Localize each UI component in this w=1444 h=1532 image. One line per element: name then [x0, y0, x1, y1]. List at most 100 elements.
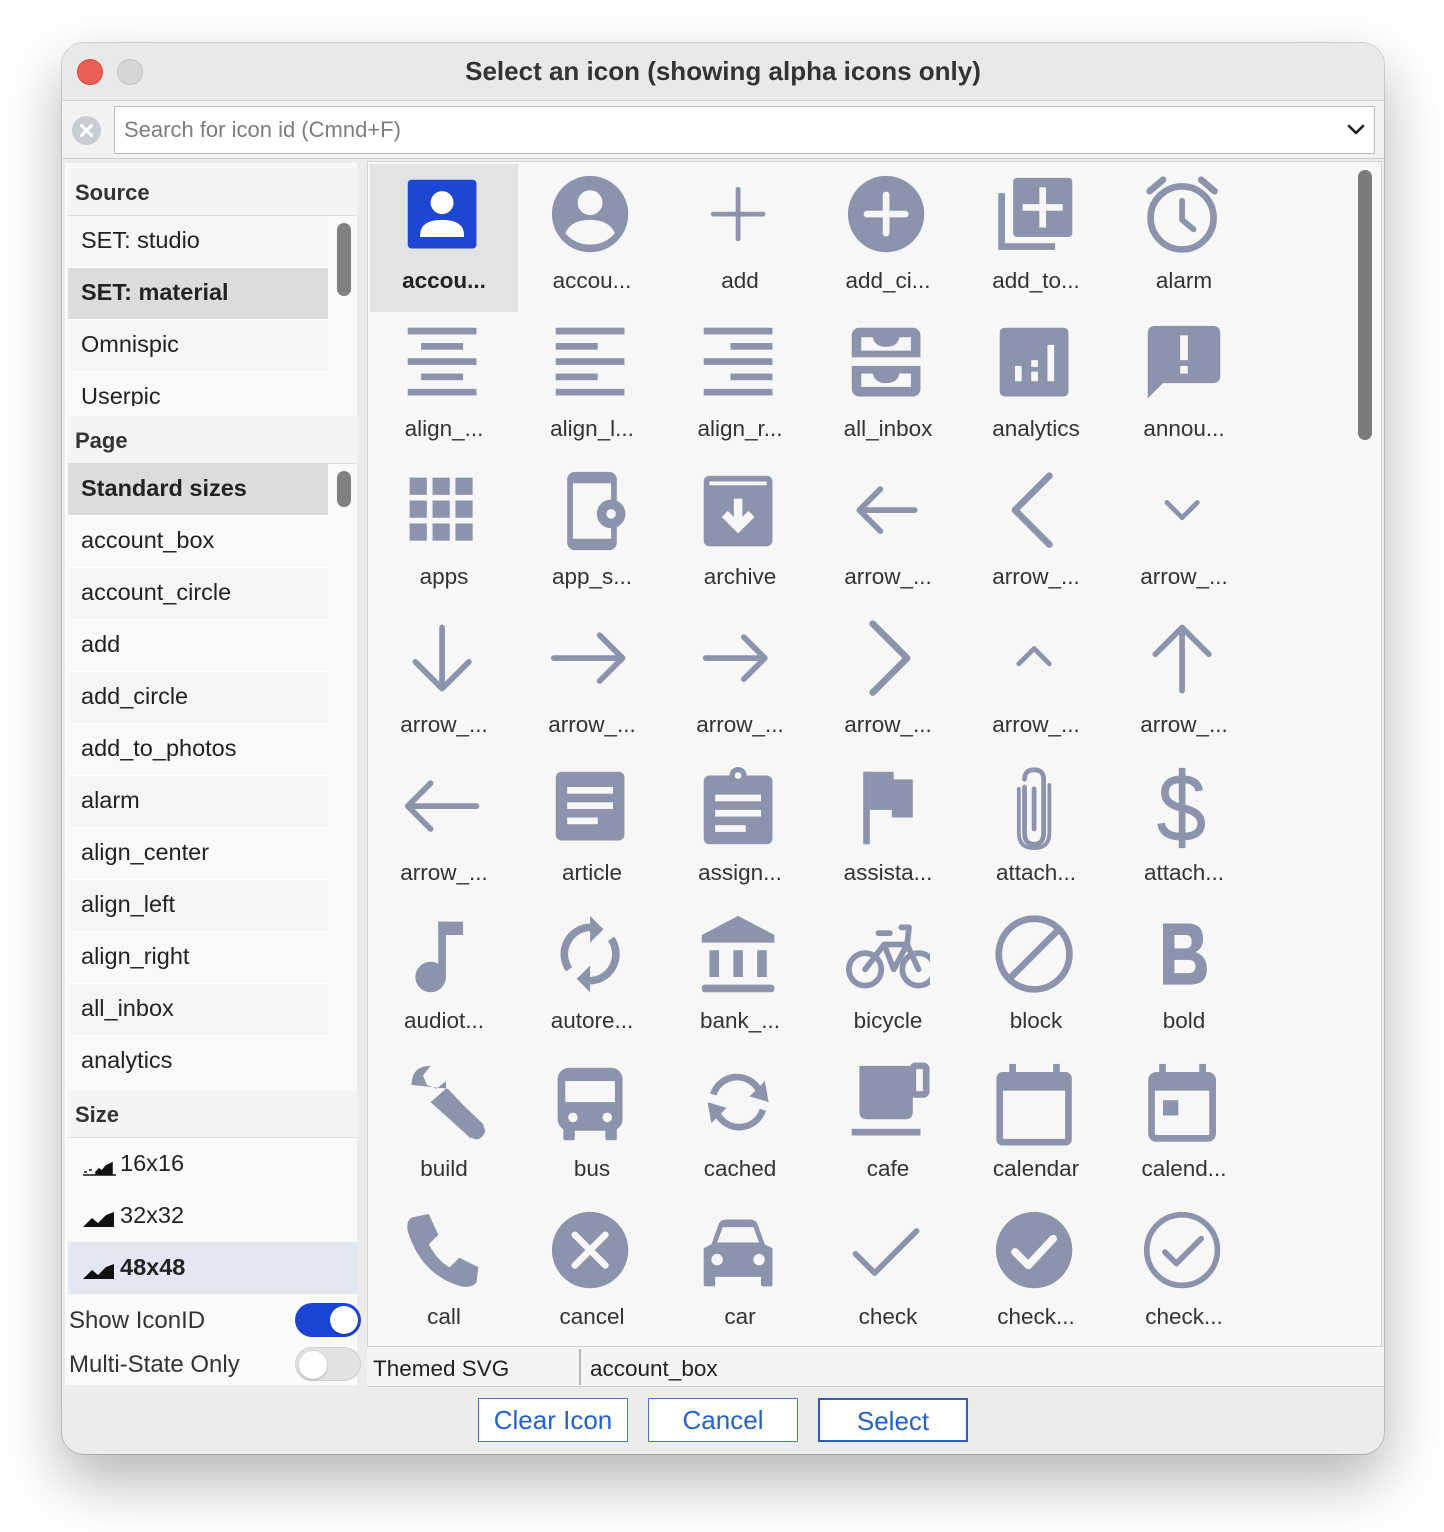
icon-cell[interactable]: check: [814, 1200, 962, 1346]
icon-cell[interactable]: arrow_...: [370, 756, 518, 904]
icon-cell[interactable]: arrow_...: [1110, 460, 1258, 608]
icon-cell[interactable]: cancel: [518, 1200, 666, 1346]
source-list-item[interactable]: SET: studio: [68, 216, 328, 268]
icon-cell[interactable]: cafe: [814, 1052, 962, 1200]
icon-cell[interactable]: add_to...: [962, 164, 1110, 312]
page-list[interactable]: Standard sizes account_box account_circle a…: [68, 464, 328, 1082]
icon-cell[interactable]: call: [370, 1200, 518, 1346]
icon-grid[interactable]: accou... accou... add add_ci... add_to... ala…: [370, 164, 1258, 1346]
search-combobox[interactable]: [114, 106, 1375, 154]
arrow-forward-ios-icon: [869, 620, 911, 696]
page-list-item[interactable]: add_to_photos: [68, 724, 328, 776]
page-list-item[interactable]: add: [68, 620, 328, 672]
icon-cell[interactable]: check...: [1110, 1200, 1258, 1346]
page-list-item[interactable]: Standard sizes: [68, 464, 328, 516]
icon-cell[interactable]: attach...: [1110, 756, 1258, 904]
icon-cell[interactable]: arrow_...: [814, 460, 962, 608]
icon-cell[interactable]: attach...: [962, 756, 1110, 904]
source-header: Source: [68, 168, 357, 216]
bus-icon: [557, 1067, 623, 1141]
page-scrollbar[interactable]: [337, 471, 351, 507]
clear-search-button[interactable]: [72, 116, 101, 145]
icon-cell[interactable]: bank_...: [666, 904, 814, 1052]
page-list-item[interactable]: account_box: [68, 516, 328, 568]
icon-cell[interactable]: article: [518, 756, 666, 904]
icon-cell[interactable]: analytics: [962, 312, 1110, 460]
icon-cell[interactable]: build: [370, 1052, 518, 1200]
multi-state-toggle[interactable]: [295, 1347, 361, 1381]
page-list-item[interactable]: alarm: [68, 776, 328, 828]
icon-cell[interactable]: accou...: [518, 164, 666, 312]
icon-cell[interactable]: arrow_...: [962, 608, 1110, 756]
page-list-item[interactable]: add_circle: [68, 672, 328, 724]
icon-cell[interactable]: arrow_...: [518, 608, 666, 756]
icon-cell[interactable]: accou...: [370, 164, 518, 312]
source-list-item[interactable]: Omnispic: [68, 320, 328, 372]
icon-cell[interactable]: align_...: [370, 312, 518, 460]
icon-cell[interactable]: audiot...: [370, 904, 518, 1052]
chevron-down-icon[interactable]: [1346, 119, 1366, 139]
icon-cell[interactable]: annou...: [1110, 312, 1258, 460]
icon-cell[interactable]: calend...: [1110, 1052, 1258, 1200]
source-scrollbar[interactable]: [337, 223, 351, 296]
icon-cell[interactable]: bold: [1110, 904, 1258, 1052]
icon-cell[interactable]: check...: [962, 1200, 1110, 1346]
icon-cell[interactable]: assign...: [666, 756, 814, 904]
icon-cell[interactable]: align_l...: [518, 312, 666, 460]
icon-caption: block: [1009, 1008, 1063, 1033]
icon-cell[interactable]: archive: [666, 460, 814, 608]
icon-cell[interactable]: align_r...: [666, 312, 814, 460]
size-item-48x48[interactable]: 48x48: [68, 1242, 357, 1294]
all-inbox-icon: [851, 327, 921, 397]
title-bar: Select an icon (showing alpha icons only…: [62, 43, 1384, 101]
icon-caption: add: [721, 268, 759, 293]
size-item-32x32[interactable]: 32x32: [68, 1190, 357, 1242]
icon-cell[interactable]: apps: [370, 460, 518, 608]
icon-cell[interactable]: all_inbox: [814, 312, 962, 460]
icon-cell[interactable]: cached: [666, 1052, 814, 1200]
icon-cell[interactable]: alarm: [1110, 164, 1258, 312]
page-list-item[interactable]: analytics: [68, 1036, 328, 1082]
page-list-item[interactable]: account_circle: [68, 568, 328, 620]
icon-grid-panel: accou... accou... add add_ci... add_to... ala…: [367, 161, 1382, 1347]
icon-cell[interactable]: arrow_...: [370, 608, 518, 756]
icon-cell[interactable]: add: [666, 164, 814, 312]
icon-cell[interactable]: bicycle: [814, 904, 962, 1052]
source-list-item[interactable]: SET: material: [68, 268, 328, 320]
show-iconid-toggle[interactable]: [295, 1303, 361, 1337]
icon-cell[interactable]: arrow_...: [814, 608, 962, 756]
search-input[interactable]: [115, 107, 1335, 153]
icon-caption: article: [561, 860, 623, 885]
icon-cell[interactable]: car: [666, 1200, 814, 1346]
select-button[interactable]: Select: [818, 1398, 968, 1442]
size-item-16x16[interactable]: 16x16: [68, 1138, 357, 1190]
icon-cell[interactable]: autore...: [518, 904, 666, 1052]
alarm-icon: [1146, 176, 1218, 253]
app-settings-icon: [567, 471, 626, 551]
icon-caption: accou...: [402, 268, 486, 293]
analytics-icon: [999, 327, 1069, 397]
source-list-item[interactable]: Userpic: [68, 372, 328, 406]
icon-cell[interactable]: app_s...: [518, 460, 666, 608]
page-list-item[interactable]: all_inbox: [68, 984, 328, 1036]
page-list-item[interactable]: align_left: [68, 880, 328, 932]
icon-cell[interactable]: calendar: [962, 1052, 1110, 1200]
icon-cell[interactable]: assista...: [814, 756, 962, 904]
add-icon: [710, 186, 766, 242]
icon-cell[interactable]: arrow_...: [962, 460, 1110, 608]
cancel-button[interactable]: Cancel: [648, 1398, 798, 1442]
page-list-item[interactable]: align_center: [68, 828, 328, 880]
check-circle-outline-icon: [1143, 1211, 1221, 1289]
icon-cell[interactable]: arrow_...: [1110, 608, 1258, 756]
cancel-icon: [551, 1211, 629, 1289]
icon-cell[interactable]: block: [962, 904, 1110, 1052]
icon-grid-scrollbar[interactable]: [1358, 170, 1372, 440]
clear-icon-button[interactable]: Clear Icon: [478, 1398, 628, 1442]
page-list-item[interactable]: align_right: [68, 932, 328, 984]
icon-cell[interactable]: arrow_...: [666, 608, 814, 756]
icon-cell[interactable]: add_ci...: [814, 164, 962, 312]
icon-caption: calendar: [992, 1156, 1080, 1181]
arrow-back-ios-icon: [1011, 472, 1053, 548]
icon-cell[interactable]: bus: [518, 1052, 666, 1200]
source-list[interactable]: SET: studio SET: material Omnispic Userpic: [68, 216, 328, 406]
